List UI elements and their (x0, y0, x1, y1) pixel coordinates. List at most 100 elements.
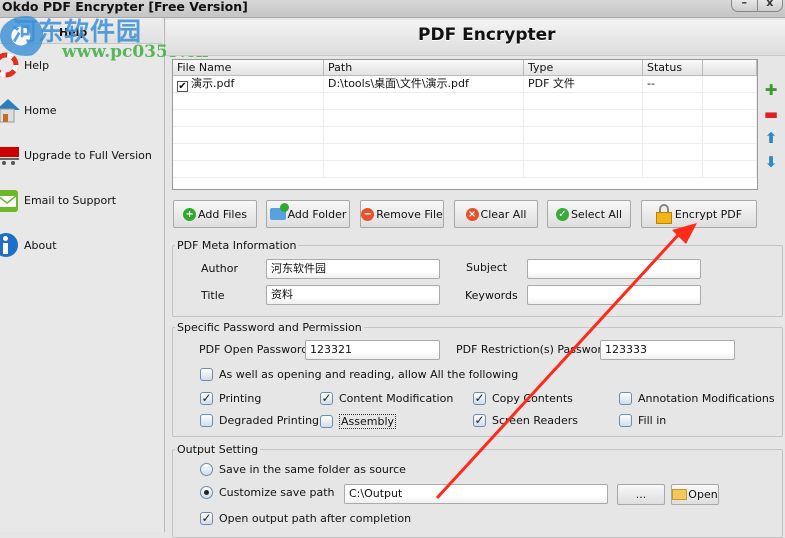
sidebar-item-label: Email to Support (24, 193, 117, 207)
table-row-empty (173, 93, 757, 110)
checkbox-box: ✓ (320, 391, 333, 405)
permission-content-modification-checkbox[interactable]: ✓ Content Modification (320, 392, 453, 405)
permission-screen-readers-checkbox[interactable]: ✓ Screen Readers (473, 414, 578, 427)
add-files-label: Add Files (198, 207, 247, 221)
folder-icon (672, 489, 688, 500)
email-icon (0, 187, 22, 213)
checkbox-box (619, 392, 632, 405)
column-header-file-name[interactable]: File Name (173, 60, 324, 75)
permission-label: Degraded Printing (219, 414, 320, 427)
sidebar-item-upgrade[interactable]: Upgrade to Full Version (0, 140, 160, 170)
add-folder-label: Add Folder (287, 207, 347, 221)
keywords-field[interactable] (527, 285, 701, 305)
close-button[interactable]: x (756, 0, 783, 11)
type-cell: PDF 文件 (524, 76, 643, 92)
padlock-icon (655, 204, 672, 224)
select-all-button[interactable]: ✓ Select All (547, 200, 631, 228)
table-row-empty (173, 161, 757, 178)
permission-fill-in-checkbox[interactable]: Fill in (619, 414, 666, 427)
allow-all-checkbox[interactable]: As well as opening and reading, allow Al… (200, 368, 518, 381)
checkbox-box (320, 415, 333, 428)
file-name-cell: 演示.pdf (191, 77, 235, 90)
home-icon (0, 97, 22, 123)
open-after-label: Open output path after completion (219, 512, 412, 525)
open-after-checkbox[interactable]: ✓ Open output path after completion (200, 512, 411, 525)
open-folder-button[interactable]: Open (671, 484, 719, 505)
column-header-empty (703, 60, 757, 75)
sidebar-item-email[interactable]: Email to Support (0, 185, 160, 215)
radio-circle (200, 486, 213, 499)
checkbox-box (200, 414, 213, 427)
checkbox-box: ✓ (473, 391, 486, 405)
remove-file-label: Remove File (376, 207, 443, 221)
permission-label: Assembly (339, 414, 397, 429)
checkbox-box: ✓ (200, 391, 213, 405)
password-legend: Specific Password and Permission (177, 321, 362, 334)
output-path-field[interactable]: C:\Output (344, 484, 608, 504)
sidebar-item-home[interactable]: Home (0, 95, 160, 125)
title-label: Title (201, 289, 225, 302)
same-folder-radio[interactable]: Save in the same folder as source (200, 463, 406, 476)
add-folder-button[interactable]: Add Folder (266, 200, 350, 228)
column-header-status[interactable]: Status (643, 60, 703, 75)
sidebar-item-label: Home (24, 103, 57, 117)
table-row-empty (173, 127, 757, 144)
file-table: File Name Path Type Status ✔ 演示.pdf D:\to… (172, 59, 758, 190)
minus-circle-icon: − (361, 207, 375, 221)
side-toolbar: ✚ ▬ ⬆ ⬇ (763, 78, 779, 174)
table-row-empty (173, 110, 757, 127)
minimize-button[interactable]: – (732, 0, 757, 11)
restriction-password-field[interactable]: 123333 (600, 340, 735, 360)
encrypt-pdf-label: Encrypt PDF (674, 207, 743, 221)
checkbox-box (200, 368, 213, 381)
permission-assembly-checkbox[interactable]: Assembly (320, 414, 397, 429)
open-folder-label: Open (688, 488, 718, 501)
plus-circle-icon: + (183, 207, 197, 221)
checkbox-box: ✓ (473, 413, 486, 427)
move-up-icon[interactable]: ⬆ (763, 126, 779, 150)
cart-icon (0, 142, 22, 168)
move-down-icon[interactable]: ⬇ (763, 150, 779, 174)
permission-copy-contents-checkbox[interactable]: ✓ Copy Contents (473, 392, 573, 405)
clear-all-button[interactable]: × Clear All (454, 200, 538, 228)
restriction-password-label: PDF Restriction(s) Password (456, 343, 609, 356)
permission-printing-checkbox[interactable]: ✓ Printing (200, 392, 261, 405)
row-checkbox[interactable]: ✔ (177, 81, 188, 92)
subject-label: Subject (466, 261, 508, 274)
add-icon[interactable]: ✚ (763, 78, 779, 102)
lifebuoy-icon (0, 52, 22, 78)
author-field[interactable]: 河东软件园 (266, 259, 440, 279)
permission-annotation-modifications-checkbox[interactable]: Annotation Modifications (619, 392, 775, 405)
subject-field[interactable] (527, 259, 701, 279)
select-all-label: Select All (570, 207, 623, 221)
status-cell: -- (643, 76, 703, 92)
permission-label: Fill in (638, 414, 667, 427)
x-circle-icon: × (465, 207, 479, 221)
same-folder-label: Save in the same folder as source (219, 463, 406, 476)
remove-file-button[interactable]: − Remove File (360, 200, 444, 228)
customize-path-radio[interactable]: Customize save path (200, 486, 335, 499)
open-password-field[interactable]: 123321 (305, 340, 440, 360)
permission-degraded-printing-checkbox[interactable]: Degraded Printing (200, 414, 319, 427)
browse-button[interactable]: ... (617, 484, 665, 505)
allow-all-label: As well as opening and reading, allow Al… (219, 368, 519, 381)
add-files-button[interactable]: + Add Files (173, 200, 257, 228)
sidebar-item-about[interactable]: About (0, 230, 160, 260)
output-legend: Output Setting (177, 443, 259, 456)
table-row[interactable]: ✔ 演示.pdf D:\tools\桌面\文件\演示.pdf PDF 文件 -- (173, 76, 757, 93)
remove-icon[interactable]: ▬ (763, 102, 779, 126)
checkbox-box: ✓ (200, 511, 213, 525)
permission-label: Annotation Modifications (638, 392, 775, 405)
encrypt-pdf-button[interactable]: Encrypt PDF (641, 200, 757, 228)
column-header-type[interactable]: Type (524, 60, 643, 75)
author-label: Author (201, 262, 239, 275)
table-header: File Name Path Type Status (173, 60, 757, 76)
page-title: PDF Encrypter (418, 25, 556, 45)
sidebar: Help Help Home Upgrade to Full Version E… (0, 18, 165, 532)
permission-label: Screen Readers (492, 414, 578, 427)
column-header-path[interactable]: Path (324, 60, 524, 75)
folder-add-icon (269, 203, 289, 220)
title-field[interactable]: 资料 (266, 285, 440, 305)
sidebar-item-label: About (24, 238, 57, 252)
clear-all-label: Clear All (480, 207, 527, 221)
